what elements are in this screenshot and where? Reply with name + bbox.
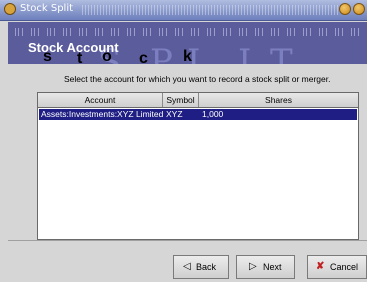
watermark-letter: P <box>150 42 173 64</box>
watermark-letter: c <box>139 50 148 64</box>
close-icon[interactable] <box>353 3 365 15</box>
minimize-icon[interactable] <box>339 3 351 15</box>
column-header-account[interactable]: Account <box>38 93 163 107</box>
separator <box>8 240 367 241</box>
column-header-symbol[interactable]: Symbol <box>163 93 199 107</box>
column-header-shares[interactable]: Shares <box>199 93 358 107</box>
banner-dots <box>12 28 362 36</box>
watermark-letter: k <box>183 48 192 64</box>
cell-shares: 1,000 <box>202 109 224 119</box>
cancel-label: Cancel <box>330 262 359 272</box>
wizard-banner: S P L I T Stock Account s t o c k <box>8 22 367 64</box>
watermark-letter: s <box>43 48 52 64</box>
watermark-letter: o <box>102 48 112 64</box>
watermark-letter: I <box>238 42 252 64</box>
watermark-letter: T <box>270 42 293 64</box>
cell-symbol: XYZ <box>166 109 183 119</box>
cancel-button[interactable]: ✘ Cancel <box>307 255 367 279</box>
cancel-x-icon: ✘ <box>316 261 325 272</box>
cell-account: Assets:Investments:XYZ Limited <box>41 109 164 119</box>
table-row[interactable]: Assets:Investments:XYZ Limited XYZ 1,000 <box>39 109 357 120</box>
stock-split-dialog: Stock Split S P L I T Stock Account s t … <box>0 0 367 282</box>
watermark-letter: t <box>77 50 83 64</box>
account-table[interactable]: Account Symbol Shares Assets:Investments… <box>37 92 359 240</box>
next-button[interactable]: ▷ Next <box>236 255 295 279</box>
table-header: Account Symbol Shares <box>38 93 358 108</box>
back-arrow-icon: ◁ <box>183 261 191 272</box>
title-bar[interactable]: Stock Split <box>0 0 367 21</box>
back-button[interactable]: ◁ Back <box>173 255 229 279</box>
next-label: Next <box>263 262 282 272</box>
window-title: Stock Split <box>20 3 74 14</box>
window-menu-icon[interactable] <box>4 3 16 15</box>
instruction-text: Select the account for which you want to… <box>64 74 331 84</box>
back-label: Back <box>196 262 217 272</box>
title-grip <box>82 5 340 15</box>
next-arrow-icon: ▷ <box>249 261 257 272</box>
